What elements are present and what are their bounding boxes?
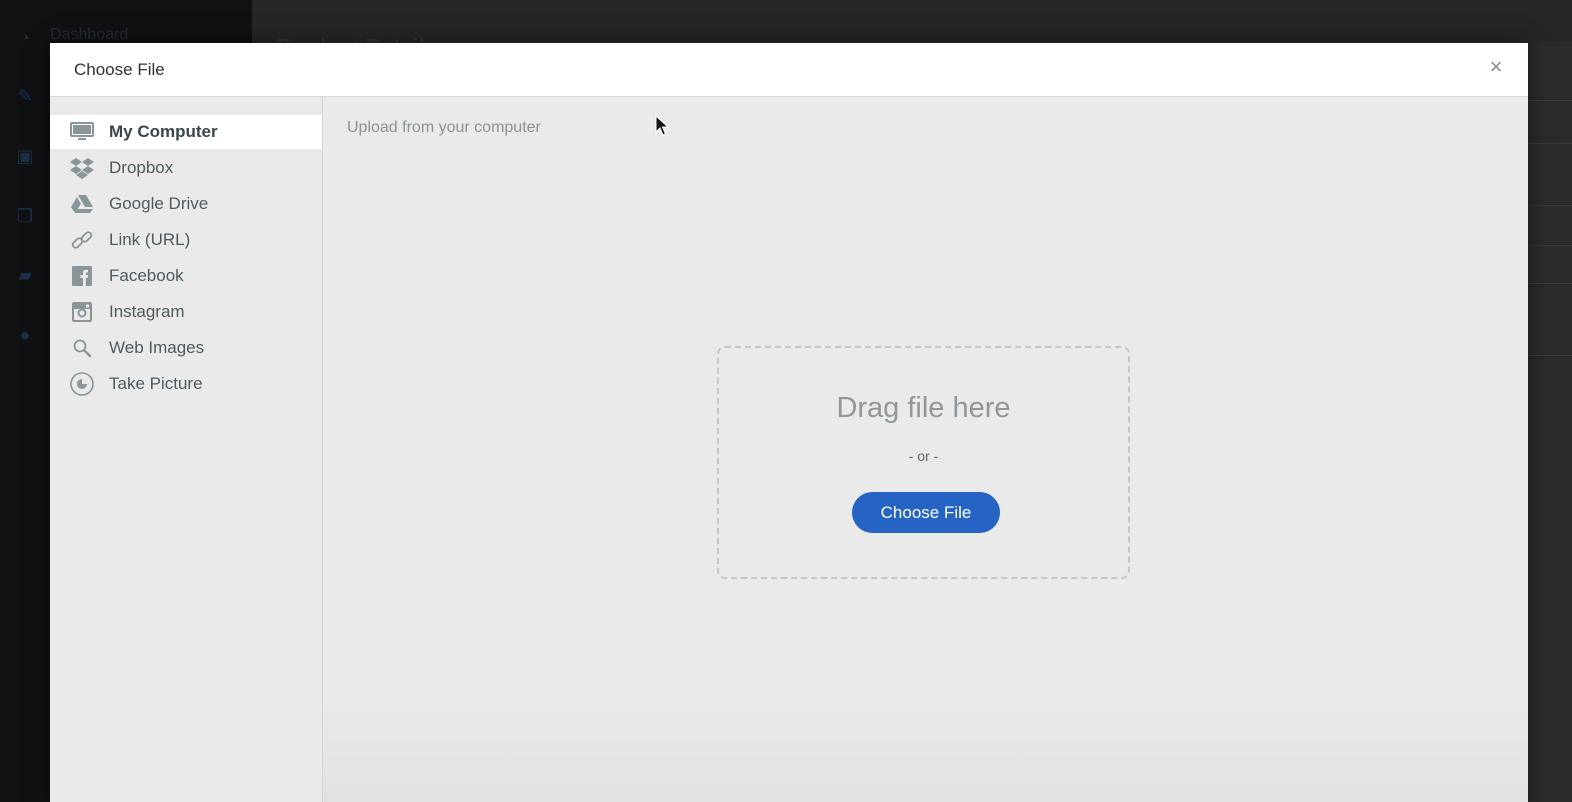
background-dashboard-label: Dashboard — [50, 26, 129, 43]
upload-heading: Upload from your computer — [347, 119, 541, 136]
source-item-web-images[interactable]: Web Images — [50, 331, 322, 365]
source-sidebar: My Computer Dropbox Google Drive Link (U… — [50, 97, 323, 802]
copy-icon: ❐ — [16, 205, 34, 226]
search-icon — [69, 337, 95, 359]
upload-panel: Upload from your computer Drag file here… — [323, 97, 1528, 802]
file-dropzone[interactable]: Drag file here - or - Choose File — [717, 346, 1130, 579]
source-label: Facebook — [109, 266, 184, 285]
source-label: Dropbox — [109, 158, 174, 177]
background-divider — [1528, 283, 1572, 284]
choose-file-modal: Choose File × My Computer Dropbox Google… — [50, 43, 1528, 802]
source-label: Link (URL) — [109, 230, 191, 249]
source-label: Web Images — [109, 338, 205, 357]
camera-icon — [69, 372, 95, 396]
drop-title: Drag file here — [836, 392, 1011, 424]
modal-title: Choose File — [74, 60, 165, 79]
instagram-icon — [69, 301, 95, 323]
background-divider — [1528, 245, 1572, 246]
source-item-my-computer[interactable]: My Computer — [50, 115, 322, 149]
source-label: Take Picture — [109, 374, 203, 393]
modal-header: Choose File × — [50, 43, 1528, 97]
background-divider — [1528, 143, 1572, 144]
folder-icon: ▰ — [18, 264, 32, 285]
source-item-instagram[interactable]: Instagram — [50, 295, 322, 329]
dropbox-icon — [69, 157, 95, 179]
background-divider — [1528, 205, 1572, 206]
background-topbar — [252, 0, 1572, 42]
source-item-google-drive[interactable]: Google Drive — [50, 187, 322, 221]
chat-icon: ● — [19, 324, 31, 345]
background-divider — [1528, 355, 1572, 356]
edit-icon: ✎ — [17, 85, 33, 106]
source-item-dropbox[interactable]: Dropbox — [50, 151, 322, 185]
source-list: My Computer Dropbox Google Drive Link (U… — [50, 115, 322, 403]
source-label: My Computer — [109, 122, 218, 141]
link-icon — [69, 229, 95, 251]
source-item-link-url[interactable]: Link (URL) — [50, 223, 322, 257]
choose-file-button[interactable]: Choose File — [852, 492, 1000, 533]
image-icon: ▣ — [16, 145, 34, 166]
facebook-icon — [69, 265, 95, 287]
dashboard-icon: ◔ — [19, 27, 31, 48]
source-item-take-picture[interactable]: Take Picture — [50, 367, 322, 401]
background-divider — [1528, 100, 1572, 101]
source-label: Instagram — [109, 302, 185, 321]
drop-or-separator: - or - — [908, 448, 939, 464]
monitor-icon — [69, 121, 95, 143]
source-item-facebook[interactable]: Facebook — [50, 259, 322, 293]
source-label: Google Drive — [109, 194, 209, 213]
google-drive-icon — [69, 193, 95, 215]
close-icon[interactable]: × — [1484, 55, 1508, 79]
mouse-cursor-icon — [655, 115, 669, 136]
